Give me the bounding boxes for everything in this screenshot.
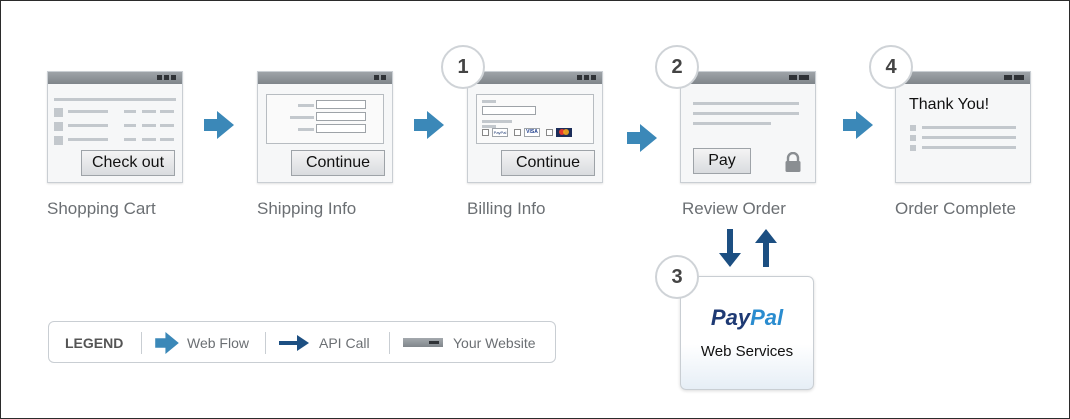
order-complete-window: Thank You! bbox=[895, 71, 1031, 183]
review-order-window: Pay bbox=[680, 71, 816, 183]
step-number-1: 1 bbox=[441, 45, 485, 89]
web-flow-arrow-icon bbox=[627, 124, 657, 152]
shopping-cart-window: Check out bbox=[47, 71, 183, 183]
shipping-info-window: Continue bbox=[257, 71, 393, 183]
lock-icon bbox=[785, 152, 801, 172]
pay-button: Pay bbox=[693, 148, 751, 174]
window-titlebar bbox=[48, 72, 182, 84]
diagram-frame: Check out Shopping Cart Continue Shippin… bbox=[0, 0, 1070, 419]
legend-title: LEGEND bbox=[65, 335, 124, 351]
api-call-arrow-icon bbox=[279, 335, 309, 351]
billing-info-window: PayPal VISA Continue bbox=[467, 71, 603, 183]
visa-card-icon: VISA bbox=[524, 128, 540, 137]
check-out-button: Check out bbox=[81, 150, 175, 176]
api-call-up-arrow-icon bbox=[755, 229, 777, 267]
step-number-2: 2 bbox=[655, 45, 699, 89]
web-services-label: Web Services bbox=[700, 343, 794, 360]
window-titlebar bbox=[896, 72, 1030, 84]
paypal-web-services-box: PayPal Web Services bbox=[680, 276, 814, 390]
thank-you-heading: Thank You! bbox=[909, 96, 990, 113]
legend: LEGEND Web Flow API Call Your Website bbox=[48, 321, 556, 363]
window-titlebar bbox=[468, 72, 602, 84]
legend-api-call-label: API Call bbox=[319, 335, 370, 351]
api-call-down-arrow-icon bbox=[719, 229, 741, 267]
step-number-3: 3 bbox=[655, 255, 699, 299]
continue-button: Continue bbox=[501, 150, 595, 176]
your-website-swatch bbox=[403, 338, 443, 347]
window-titlebar bbox=[681, 72, 815, 84]
mastercard-icon bbox=[556, 128, 572, 137]
shipping-info-caption: Shipping Info bbox=[257, 199, 357, 218]
legend-your-website-label: Your Website bbox=[453, 335, 536, 351]
order-complete-caption: Order Complete bbox=[895, 199, 1016, 218]
billing-info-caption: Billing Info bbox=[467, 199, 546, 218]
paypal-card-icon: PayPal bbox=[492, 128, 508, 137]
continue-button: Continue bbox=[291, 150, 385, 176]
web-flow-arrow-icon bbox=[155, 332, 179, 354]
shopping-cart-caption: Shopping Cart bbox=[47, 199, 156, 218]
web-flow-arrow-icon bbox=[204, 111, 234, 139]
paypal-logo: PayPal bbox=[710, 305, 784, 330]
web-flow-arrow-icon bbox=[843, 111, 873, 139]
web-flow-arrow-icon bbox=[414, 111, 444, 139]
step-number-4: 4 bbox=[869, 45, 913, 89]
window-titlebar bbox=[258, 72, 392, 84]
legend-web-flow-label: Web Flow bbox=[187, 335, 249, 351]
review-order-caption: Review Order bbox=[682, 199, 786, 218]
